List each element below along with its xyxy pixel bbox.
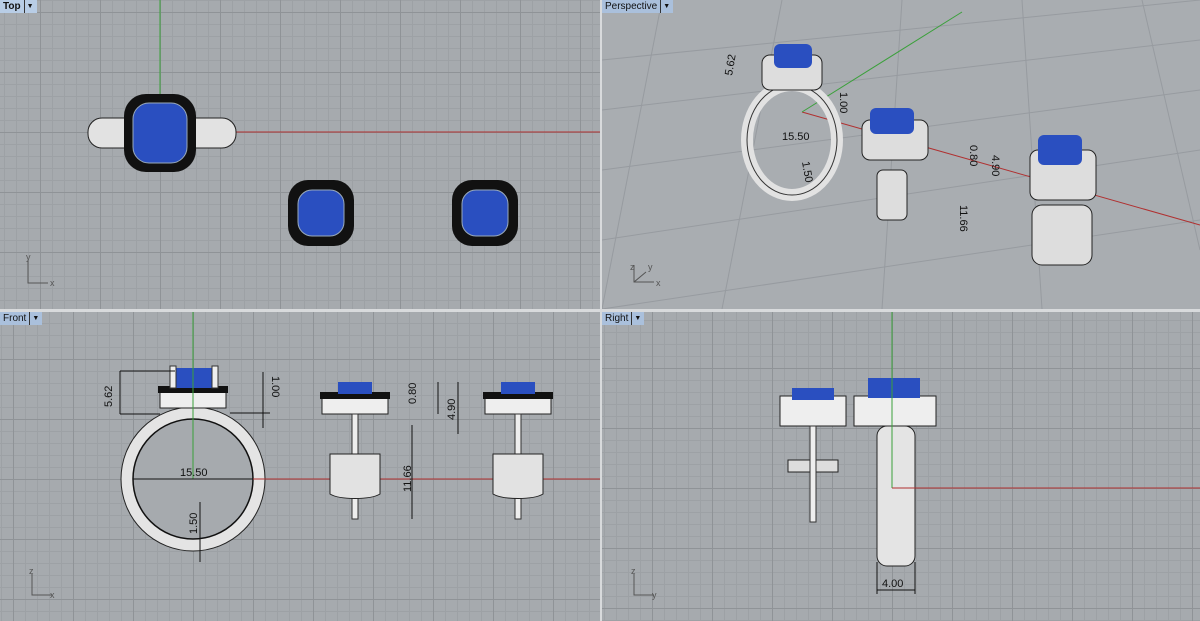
axis-label-x: x — [656, 278, 661, 288]
earring-right-view — [779, 388, 847, 523]
axis-label-x: x — [50, 590, 55, 600]
viewport-title: Perspective — [605, 1, 658, 12]
earring-front-right — [483, 382, 553, 520]
dropdown-arrow-icon[interactable]: ▼ — [660, 0, 670, 13]
viewport-tab-front[interactable]: Front ▼ — [0, 312, 43, 325]
axis-label-z: z — [630, 262, 635, 272]
dropdown-arrow-icon[interactable]: ▼ — [29, 312, 39, 325]
earring-perspective-1 — [861, 108, 929, 221]
dim-halo: 1.00 — [837, 92, 849, 113]
dim-halo: 1.00 — [269, 376, 281, 397]
viewport-top[interactable]: Top ▼ y x — [0, 0, 600, 309]
dim-ring-size: 15.50 — [782, 131, 810, 143]
axis-label-z: z — [631, 566, 636, 576]
earring-top-right — [452, 180, 518, 246]
dim-shank-width: 4.00 — [882, 578, 903, 590]
viewport-perspective[interactable]: Perspective ▼ 5.62 1.00 15.50 1.50 0.80 4… — [602, 0, 1200, 309]
viewport-title: Top — [3, 1, 21, 12]
dim-post: 11.66 — [957, 205, 969, 232]
perspective-canvas: 5.62 1.00 15.50 1.50 0.80 4.90 11.66 z y… — [602, 0, 1200, 309]
dim-head-height: 5.62 — [103, 386, 115, 407]
viewport-tab-top[interactable]: Top ▼ — [0, 0, 37, 13]
dim-band: 1.50 — [188, 513, 200, 534]
earring-top-left — [288, 180, 354, 246]
dim-band: 1.50 — [799, 160, 815, 183]
ring-top — [87, 94, 237, 172]
dim-earring-halo: 0.80 — [967, 145, 979, 166]
viewport-front[interactable]: Front ▼ 5.62 1.00 15.50 1.50 0.80 4.90 11… — [0, 312, 600, 621]
viewport-tab-perspective[interactable]: Perspective ▼ — [602, 0, 674, 13]
viewport-title: Right — [605, 313, 629, 324]
ring-right-view — [853, 378, 937, 567]
viewport-right[interactable]: Right ▼ 4.00 z y — [602, 312, 1200, 621]
dim-earring-head: 4.90 — [989, 155, 1001, 176]
dim-earring-halo: 0.80 — [407, 383, 419, 404]
top-view-canvas: y x — [26, 0, 600, 288]
axis-label-y: y — [652, 590, 657, 600]
dropdown-arrow-icon[interactable]: ▼ — [23, 0, 34, 13]
axis-label-x: x — [50, 278, 55, 288]
earring-perspective-2 — [1029, 135, 1097, 266]
dim-ring-size: 15.50 — [180, 467, 208, 479]
dim-post: 11.66 — [402, 465, 414, 492]
viewport-tab-right[interactable]: Right ▼ — [602, 312, 645, 325]
viewport-title: Front — [3, 313, 27, 324]
right-view-canvas: 4.00 z y — [631, 312, 1200, 600]
dim-earring-head: 4.90 — [446, 399, 458, 420]
axis-label-y: y — [26, 252, 31, 262]
ring-perspective — [741, 44, 843, 201]
dropdown-arrow-icon[interactable]: ▼ — [631, 312, 641, 325]
dim-head-height: 5.62 — [723, 53, 739, 76]
axis-label-y: y — [648, 262, 653, 272]
axis-label-z: z — [29, 566, 34, 576]
front-view-canvas: 5.62 1.00 15.50 1.50 0.80 4.90 11.66 z x — [29, 312, 600, 600]
earring-front-left — [320, 382, 390, 520]
